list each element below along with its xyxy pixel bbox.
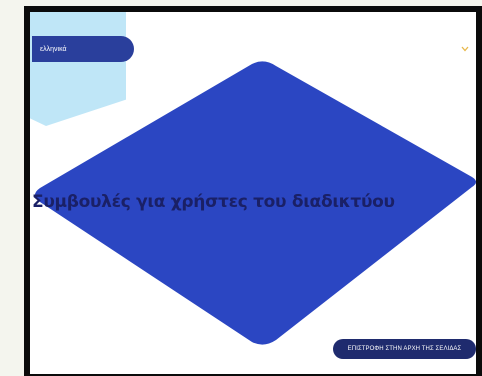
language-selector-label: ελληνικά [40,45,67,53]
back-to-top-button[interactable]: ΕΠΙΣΤΡΟΦΗ ΣΤΗΝ ΑΡΧΗ ΤΗΣ ΣΕΛΙΔΑΣ [333,339,476,359]
screen-frame: ελληνικά Συμβουλές για χρήστες του διαδι… [24,6,482,376]
chevron-down-icon[interactable] [460,44,470,54]
page-title: Συμβουλές για χρήστες του διαδικτύου [32,192,395,212]
page: ελληνικά Συμβουλές για χρήστες του διαδι… [30,12,476,374]
back-to-top-label: ΕΠΙΣΤΡΟΦΗ ΣΤΗΝ ΑΡΧΗ ΤΗΣ ΣΕΛΙΔΑΣ [347,346,462,352]
language-selector[interactable]: ελληνικά [32,36,134,62]
